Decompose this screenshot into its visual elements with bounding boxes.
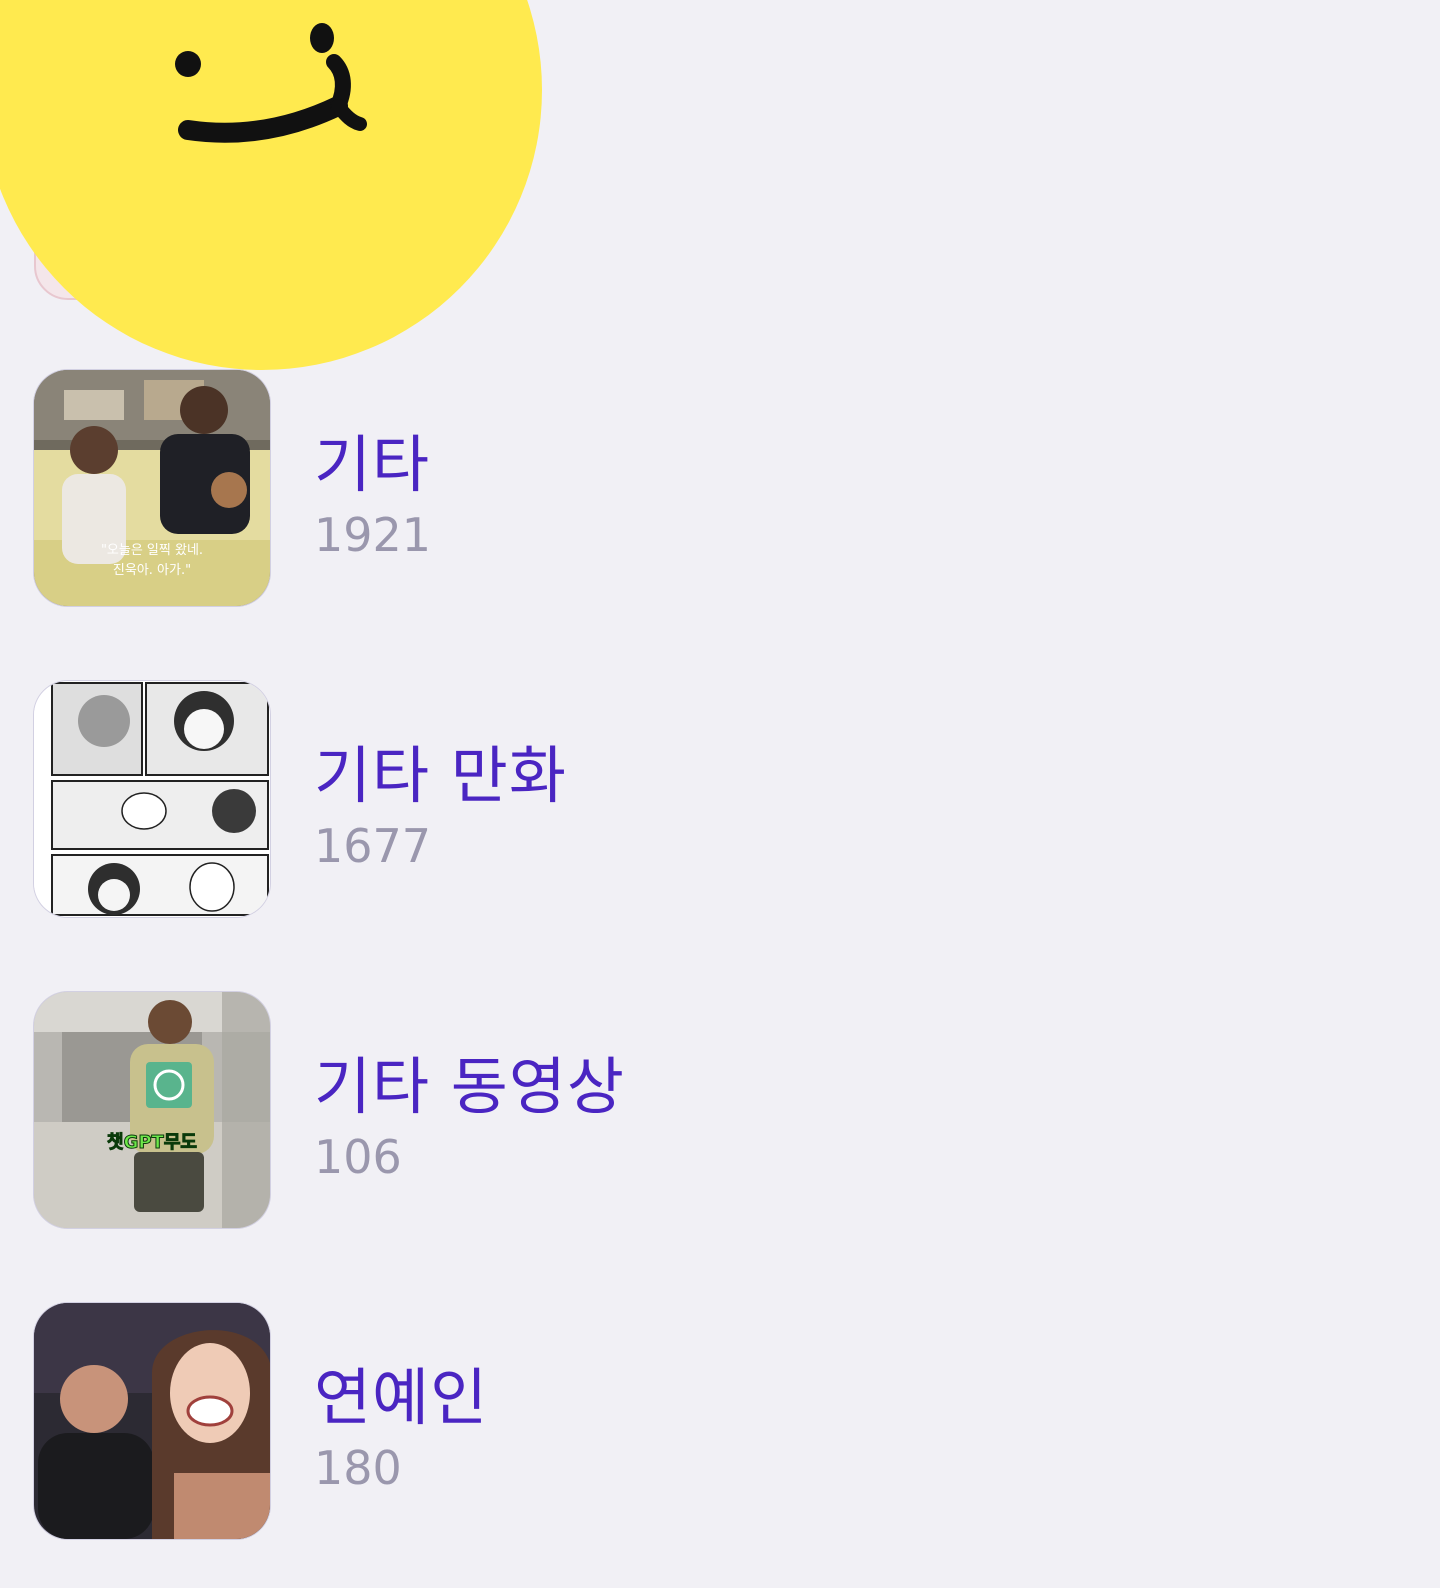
album-count: 106 bbox=[314, 1130, 402, 1184]
svg-text:"오늘은 일찍 왔네.: "오늘은 일찍 왔네. bbox=[101, 543, 203, 558]
comic-thumbnail-icon bbox=[34, 681, 270, 917]
album-item-etc-videos[interactable]: 챗GPT무도 기타 동영상 106 bbox=[0, 992, 1440, 1230]
album-item-etc-comics[interactable]: 기타 만화 1677 bbox=[0, 681, 1440, 919]
photo-thumbnail-icon bbox=[34, 1303, 270, 1539]
album-thumbnail[interactable]: "오늘은 일찍 왔네. 진욱아. 아가." bbox=[34, 370, 270, 606]
video-thumbnail-icon: 챗GPT무도 bbox=[34, 992, 270, 1228]
album-title: 기타 만화 bbox=[314, 739, 567, 812]
album-count: 180 bbox=[314, 1441, 402, 1495]
album-thumbnail[interactable]: 챗GPT무도 bbox=[34, 992, 270, 1228]
album-item-celebrities[interactable]: 연예인 180 bbox=[0, 1303, 1440, 1541]
album-title: 기타 bbox=[314, 428, 431, 501]
album-thumbnail[interactable] bbox=[34, 1303, 270, 1539]
smiley-face-icon bbox=[175, 23, 367, 143]
album-count: 1677 bbox=[314, 819, 432, 873]
smiley-sticker-icon bbox=[0, 0, 542, 370]
album-title: 기타 동영상 bbox=[314, 1050, 625, 1123]
album-thumbnail[interactable] bbox=[34, 681, 270, 917]
album-count: 1921 bbox=[314, 508, 432, 562]
photo-thumbnail-icon: "오늘은 일찍 왔네. 진욱아. 아가." bbox=[34, 370, 270, 606]
album-title: 연예인 bbox=[314, 1361, 489, 1434]
album-item-etc[interactable]: "오늘은 일찍 왔네. 진욱아. 아가." 기타 1921 bbox=[0, 370, 1440, 608]
svg-text:진욱아. 아가.": 진욱아. 아가." bbox=[113, 563, 191, 578]
svg-text:챗GPT무도: 챗GPT무도 bbox=[107, 1132, 197, 1153]
